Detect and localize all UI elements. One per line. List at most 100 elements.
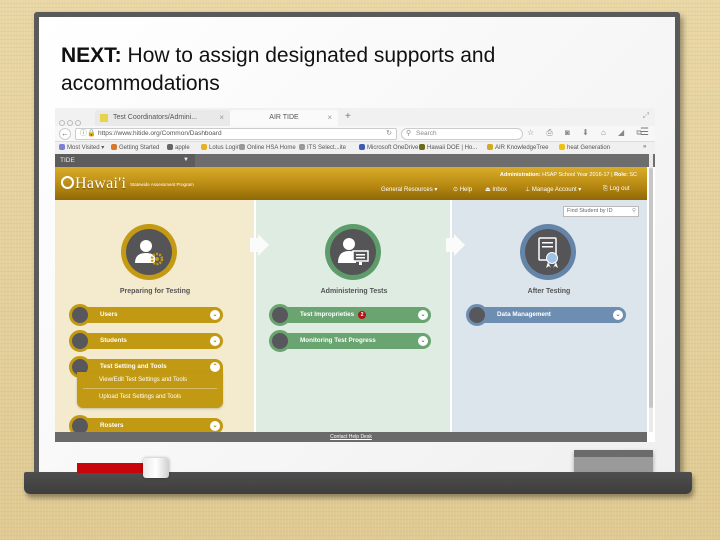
search-input[interactable]: ⚲ Search — [401, 128, 523, 140]
bookmark-item[interactable]: Most Visited ▾ — [59, 144, 104, 151]
chevron-down-icon[interactable]: ⌄ — [210, 421, 220, 431]
user-icon: ⊥ — [525, 187, 532, 193]
flow-arrow-shaft — [250, 238, 258, 252]
menu-item-label: Test Improprieties — [300, 311, 355, 318]
submenu-view-edit-settings[interactable]: View/Edit Test Settings and Tools — [77, 372, 223, 388]
chevron-down-icon[interactable]: ⌄ — [418, 310, 428, 320]
bookmark-label: apple — [175, 145, 190, 151]
submenu-upload-settings[interactable]: Upload Test Settings and Tools — [77, 389, 223, 405]
bookmark-label: ITS Select...ite — [307, 145, 347, 151]
bookmark-label: Most Visited ▾ — [67, 145, 105, 151]
logout-link[interactable]: ⎘ Log out — [603, 186, 630, 193]
help-link[interactable]: ⊙ Help — [453, 186, 472, 193]
url-text: https://www.hitide.org/Common/Dashboard — [98, 130, 222, 137]
admin-label: Administration: — [499, 172, 541, 178]
manage-account-menu[interactable]: ⊥ Manage Account ▾ — [525, 186, 581, 193]
app-footer: Contact Help Desk — [55, 432, 647, 442]
tide-dropdown[interactable]: TIDE ▼ — [55, 154, 195, 167]
help-icon: ⊙ — [453, 187, 460, 193]
column-title-administering: Administering Tests — [320, 288, 388, 295]
tab-test-coordinators[interactable]: Test Coordinators/Admini... × — [95, 110, 230, 126]
menu-item-label: Rosters — [100, 422, 124, 429]
menu-item-students[interactable]: Students ⌄ — [69, 330, 223, 352]
menu-item-data-management[interactable]: Data Management ⌄ — [466, 304, 626, 326]
admin-value: HSAP School Year 2016-17 — [542, 172, 610, 178]
hawaii-logo[interactable]: Hawai'i — [61, 175, 126, 193]
slide-title-bold: NEXT: — [61, 44, 122, 67]
bookmark-item[interactable]: Online HSA Home — [239, 144, 296, 151]
bookmark-item[interactable]: Microsoft OneDrive — [359, 144, 418, 151]
bookmark-label: heat Generation — [567, 145, 611, 151]
find-student-placeholder: Find Student by ID — [567, 208, 613, 214]
fullscreen-icon[interactable]: ⤢ — [643, 111, 649, 121]
manage-account-label: Manage Account ▾ — [531, 187, 582, 193]
menu-item-label: Students — [100, 337, 127, 344]
bookmark-icon — [111, 144, 117, 150]
search-icon: ⚲ — [406, 130, 412, 137]
inbox-link[interactable]: ⏏ Inbox — [485, 186, 507, 193]
data-chart-icon — [466, 304, 488, 326]
after-testing-certificate-icon — [520, 224, 576, 280]
bookmark-item[interactable]: Getting Started — [111, 144, 159, 151]
classroom-icon — [269, 330, 291, 352]
reload-icon[interactable]: ↻ — [386, 129, 392, 139]
toolbar-icons[interactable]: ☆ ⎙ ◙ ⬇ ⌂ ◢ ⧉ — [527, 128, 647, 138]
menu-item-test-improprieties[interactable]: Test Improprieties 2 ⌄ — [269, 304, 431, 326]
preparing-user-gear-icon — [121, 224, 177, 280]
user-computer-icon — [338, 238, 369, 265]
bookmark-item[interactable]: heat Generation — [559, 144, 610, 151]
bookmark-item[interactable]: ITS Select...ite — [299, 144, 346, 151]
eraser-handle — [574, 450, 653, 457]
chevron-down-icon[interactable]: ⌄ — [418, 336, 428, 346]
role-value: SC — [629, 172, 637, 178]
chevron-down-icon[interactable]: ⌄ — [210, 336, 220, 346]
menu-item-label: Monitoring Test Progress — [300, 337, 376, 344]
bookmark-item[interactable]: apple — [167, 144, 190, 151]
certificate-icon — [538, 237, 558, 268]
hamburger-menu-icon[interactable]: ☰ — [640, 127, 649, 138]
logout-label: Log out — [609, 186, 630, 192]
close-tab-icon[interactable]: × — [219, 113, 224, 122]
app-header: Hawai'i Statewide Assessment Program Adm… — [55, 167, 647, 200]
chevron-down-icon[interactable]: ⌄ — [210, 310, 220, 320]
tab-bar: Test Coordinators/Admini... × AIR TIDE ×… — [55, 108, 655, 126]
bookmark-icon — [167, 144, 173, 150]
url-bar[interactable]: ⓘ🔒 https://www.hitide.org/Common/Dashboa… — [75, 128, 397, 140]
test-settings-submenu: View/Edit Test Settings and Tools Upload… — [77, 372, 223, 408]
bookmarks-overflow-icon[interactable]: » — [643, 144, 646, 150]
back-button[interactable]: ← — [59, 128, 71, 140]
administration-info: Administration: HSAP School Year 2016-17… — [500, 172, 637, 178]
caret-down-icon: ▼ — [183, 157, 189, 163]
column-title-after: After Testing — [527, 288, 571, 295]
bookmark-icon — [559, 144, 565, 150]
tab-label: AIR TIDE — [269, 114, 299, 121]
column-title-preparing: Preparing for Testing — [119, 288, 191, 295]
user-gear-icon — [135, 240, 164, 266]
menu-item-monitoring-progress[interactable]: Monitoring Test Progress ⌄ — [269, 330, 431, 352]
menu-item-users[interactable]: Users ⌄ — [69, 304, 223, 326]
close-tab-icon[interactable]: × — [327, 113, 332, 122]
scrollbar-thumb[interactable] — [649, 168, 653, 408]
tab-air-tide[interactable]: AIR TIDE × — [230, 110, 338, 126]
inbox-label: Inbox — [492, 187, 508, 193]
chevron-down-icon[interactable]: ⌄ — [613, 310, 623, 320]
tab-label: Test Coordinators/Admini... — [113, 114, 198, 121]
alert-gear-icon — [269, 304, 291, 326]
graduation-cap-icon — [69, 330, 91, 352]
flow-arrow-shaft — [446, 238, 454, 252]
bookmark-item[interactable]: Lotus Login — [201, 144, 240, 151]
tide-bar: TIDE ▼ — [55, 154, 655, 167]
bookmarks-bar: Most Visited ▾ Getting Started apple Lotus … — [55, 142, 655, 154]
bookmark-item[interactable]: Hawaii DOE | Ho... — [419, 144, 477, 151]
contact-help-desk-link[interactable]: Contact Help Desk — [55, 432, 647, 442]
find-student-input[interactable]: Find Student by ID ⚲ — [563, 206, 639, 217]
general-resources-menu[interactable]: General Resources ▾ — [381, 186, 437, 193]
chevron-up-icon[interactable]: ⌃ — [210, 362, 220, 372]
marker-cap — [143, 458, 169, 478]
browser-screenshot: Test Coordinators/Admini... × AIR TIDE ×… — [55, 108, 655, 442]
slide-title: NEXT: How to assign designated supports … — [61, 42, 621, 98]
bookmark-label: AIR KnowledgeTree — [495, 145, 549, 151]
new-tab-button[interactable]: + — [345, 111, 351, 122]
bookmark-item[interactable]: AIR KnowledgeTree — [487, 144, 548, 151]
search-icon[interactable]: ⚲ — [632, 207, 636, 216]
